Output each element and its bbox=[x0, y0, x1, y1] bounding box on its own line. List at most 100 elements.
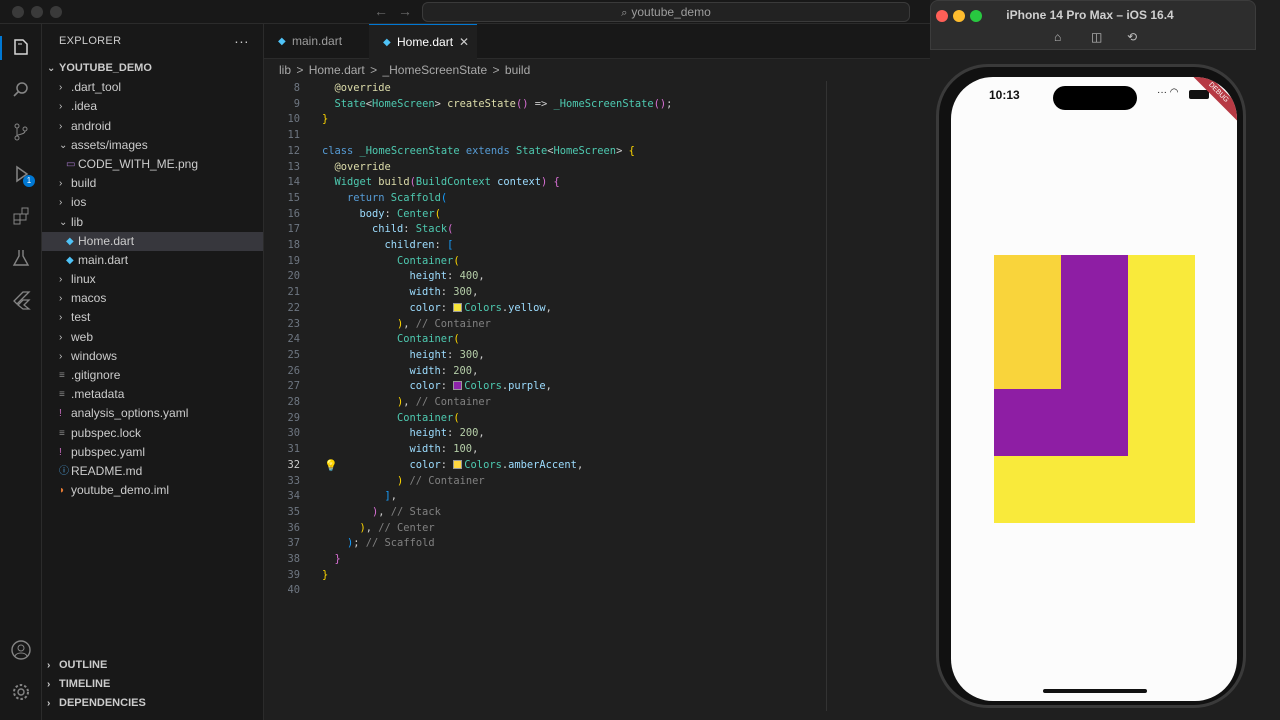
more-actions-icon[interactable]: ··· bbox=[234, 24, 249, 59]
code-line[interactable]: 36), // Center bbox=[264, 521, 930, 537]
timeline-section[interactable]: › TIMELINE bbox=[42, 675, 264, 694]
code-line[interactable]: 38} bbox=[264, 552, 930, 568]
code-line[interactable]: 15 return Scaffold( bbox=[264, 191, 930, 207]
breadcrumb-item[interactable]: lib bbox=[279, 63, 291, 77]
folder-item[interactable]: › test bbox=[42, 308, 263, 327]
code-line[interactable]: 34], bbox=[264, 489, 930, 505]
code-line[interactable]: 37); // Scaffold bbox=[264, 536, 930, 552]
workspace-root[interactable]: ⌄ YOUTUBE_DEMO bbox=[42, 59, 263, 78]
code-line[interactable]: 9 State<HomeScreen> createState() => _Hom… bbox=[264, 97, 930, 113]
folder-item[interactable]: › .dart_tool bbox=[42, 78, 263, 97]
phone-screen[interactable]: 10:13 ··· ◠ DEBUG bbox=[951, 77, 1237, 701]
code-line[interactable]: 32 💡 color: Colors.amberAccent, bbox=[264, 458, 930, 474]
code-line[interactable]: 17 child: Stack( bbox=[264, 222, 930, 238]
home-icon[interactable]: ⌂ bbox=[1054, 30, 1061, 44]
code-token: createState bbox=[447, 97, 516, 110]
testing-icon[interactable] bbox=[9, 246, 33, 270]
explorer-header: EXPLORER ··· bbox=[42, 24, 263, 59]
code-line[interactable]: 27 color: Colors.purple, bbox=[264, 379, 930, 395]
code-token: Colors bbox=[464, 380, 502, 393]
file-item[interactable]: ≡ .metadata bbox=[42, 385, 263, 404]
flutter-icon[interactable] bbox=[9, 288, 33, 312]
account-icon[interactable] bbox=[9, 638, 33, 662]
manage-gear-icon[interactable] bbox=[9, 680, 33, 704]
file-item[interactable]: ! analysis_options.yaml bbox=[42, 404, 263, 423]
tab-main-dart[interactable]: ◆ main.dart bbox=[264, 24, 368, 59]
code-line[interactable]: 12 class _HomeScreenState extends State<H… bbox=[264, 144, 930, 160]
code-line[interactable]: 19 Container( bbox=[264, 254, 930, 270]
command-center-search[interactable]: ⌕ youtube_demo bbox=[422, 2, 910, 22]
dependencies-section[interactable]: › DEPENDENCIES bbox=[42, 694, 264, 713]
code-line[interactable]: 26 width: 200, bbox=[264, 364, 930, 380]
color-swatch[interactable] bbox=[453, 302, 463, 312]
file-item[interactable]: ! pubspec.yaml bbox=[42, 443, 263, 462]
folder-item[interactable]: › build bbox=[42, 174, 263, 193]
line-number: 20 bbox=[287, 270, 300, 283]
code-line[interactable]: 33) // Container bbox=[264, 474, 930, 490]
code-line[interactable]: 25 height: 300, bbox=[264, 348, 930, 364]
explorer-icon[interactable] bbox=[9, 36, 33, 60]
code-line[interactable]: 31 width: 100, bbox=[264, 442, 930, 458]
rotate-icon[interactable]: ⟲ bbox=[1127, 30, 1137, 44]
code-editor[interactable]: 8 @override 9 State<HomeScreen> createState… bbox=[264, 81, 930, 681]
code-line[interactable]: 10} bbox=[264, 112, 930, 128]
activity-bar: 1 bbox=[0, 24, 42, 720]
folder-item[interactable]: ⌄ lib bbox=[42, 213, 263, 232]
code-line[interactable]: 28), // Container bbox=[264, 395, 930, 411]
breadcrumb-item[interactable]: build bbox=[505, 63, 530, 77]
code-line[interactable]: 16 body: Center( bbox=[264, 207, 930, 223]
folder-item[interactable]: › ios bbox=[42, 193, 263, 212]
file-item[interactable]: ≡ pubspec.lock bbox=[42, 424, 263, 443]
color-swatch[interactable] bbox=[453, 381, 463, 391]
folder-item[interactable]: › linux bbox=[42, 270, 263, 289]
code-line[interactable]: 23), // Container bbox=[264, 317, 930, 333]
code-line[interactable]: 40 bbox=[264, 583, 930, 599]
folder-item[interactable]: › web bbox=[42, 328, 263, 347]
file-item[interactable]: ≡ .gitignore bbox=[42, 366, 263, 385]
code-line[interactable]: 22 color: Colors.yellow, bbox=[264, 301, 930, 317]
breadcrumb-item[interactable]: _HomeScreenState bbox=[382, 63, 487, 77]
code-line[interactable]: 39} bbox=[264, 568, 930, 584]
code-line[interactable]: 14 Widget build(BuildContext context) { bbox=[264, 175, 930, 191]
window-minimize-button[interactable] bbox=[31, 6, 43, 18]
screenshot-icon[interactable]: ◫ bbox=[1091, 30, 1102, 44]
outline-section[interactable]: › OUTLINE bbox=[42, 656, 264, 675]
code-line[interactable]: 35), // Stack bbox=[264, 505, 930, 521]
file-item[interactable]: ⓘ README.md bbox=[42, 462, 263, 481]
code-line[interactable]: 24 Container( bbox=[264, 332, 930, 348]
close-icon[interactable]: ✕ bbox=[459, 25, 469, 60]
color-swatch[interactable] bbox=[453, 459, 463, 469]
code-line[interactable]: 13 @override bbox=[264, 160, 930, 176]
folder-item[interactable]: › android bbox=[42, 117, 263, 136]
tab-home-dart[interactable]: ◆ Home.dart ✕ bbox=[369, 24, 477, 59]
window-zoom-button[interactable] bbox=[50, 6, 62, 18]
code-line[interactable]: 30 height: 200, bbox=[264, 426, 930, 442]
code-line[interactable]: 20 height: 400, bbox=[264, 269, 930, 285]
file-item[interactable]: ◗ youtube_demo.iml bbox=[42, 481, 263, 500]
search-icon[interactable] bbox=[9, 78, 33, 102]
folder-item[interactable]: › macos bbox=[42, 289, 263, 308]
folder-item[interactable]: › windows bbox=[42, 347, 263, 366]
forward-arrow-icon[interactable]: → bbox=[398, 3, 412, 19]
folder-item[interactable]: › .idea bbox=[42, 97, 263, 116]
code-line[interactable]: 21 width: 300, bbox=[264, 285, 930, 301]
code-line[interactable]: 18 children: [ bbox=[264, 238, 930, 254]
code-line[interactable]: 8 @override bbox=[264, 81, 930, 97]
code-line[interactable]: 29 Container( bbox=[264, 411, 930, 427]
file-item[interactable]: ◆ Home.dart bbox=[42, 231, 263, 251]
code-text: class _HomeScreenState extends State<Hom… bbox=[322, 144, 635, 160]
file-item[interactable]: ▭ CODE_WITH_ME.png bbox=[42, 155, 263, 174]
code-token: width bbox=[409, 443, 441, 456]
breadcrumb-item[interactable]: Home.dart bbox=[309, 63, 365, 77]
run-debug-icon[interactable]: 1 bbox=[9, 162, 35, 187]
folder-item[interactable]: ⌄ assets/images bbox=[42, 136, 263, 155]
window-close-button[interactable] bbox=[12, 6, 24, 18]
extensions-icon[interactable] bbox=[9, 204, 33, 228]
line-number: 10 bbox=[287, 113, 300, 126]
file-item[interactable]: ◆ main.dart bbox=[42, 251, 263, 270]
source-control-icon[interactable] bbox=[9, 120, 33, 144]
code-token: Colors bbox=[464, 301, 502, 314]
lightbulb-icon[interactable]: 💡 bbox=[324, 458, 338, 474]
code-line[interactable]: 11 bbox=[264, 128, 930, 144]
back-arrow-icon[interactable]: ← bbox=[374, 3, 388, 19]
